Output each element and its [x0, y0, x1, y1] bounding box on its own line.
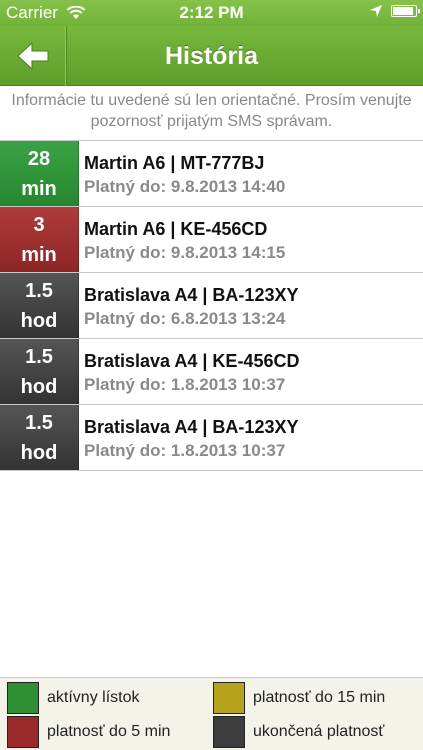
arrow-left-icon — [16, 42, 48, 70]
ticket-badge: 1.5 hod — [0, 339, 79, 404]
legend-label: platnosť do 15 min — [253, 689, 386, 706]
ticket-row[interactable]: 1.5 hod Bratislava A4 | BA-123XY Platný … — [0, 405, 423, 471]
color-legend: aktívny lístok platnosť do 15 min platno… — [0, 677, 423, 750]
disclaimer-notice: Informácie tu uvedené sú len orientačné.… — [11, 92, 412, 130]
legend-label: platnosť do 5 min — [47, 723, 171, 740]
status-bar: Carrier 2:12 PM — [0, 0, 423, 26]
legend-label: aktívny lístok — [47, 689, 140, 706]
battery-fill — [393, 7, 413, 15]
badge-unit: min — [21, 243, 57, 266]
legend-swatch-yellow — [213, 682, 245, 714]
badge-unit: hod — [20, 375, 58, 398]
battery-icon — [391, 5, 420, 17]
ticket-list: 28 min Martin A6 | MT-777BJ Platný do: 9… — [0, 140, 423, 471]
ticket-badge: 1.5 hod — [0, 273, 79, 338]
legend-swatch-green — [7, 682, 39, 714]
badge-unit: hod — [20, 441, 58, 464]
ticket-valid-until: Platný do: 6.8.2013 13:24 — [84, 309, 286, 328]
ticket-title: Bratislava A4 | BA-123XY — [84, 417, 299, 437]
badge-unit: hod — [20, 309, 58, 332]
legend-swatch-dark — [213, 716, 245, 748]
ticket-title: Martin A6 | MT-777BJ — [84, 153, 265, 173]
ticket-valid-until: Platný do: 1.8.2013 10:37 — [84, 441, 286, 460]
ticket-row[interactable]: 3 min Martin A6 | KE-456CD Platný do: 9.… — [0, 207, 423, 273]
legend-item-expiring-15: platnosť do 15 min — [213, 680, 385, 716]
ticket-title: Martin A6 | KE-456CD — [84, 219, 268, 239]
badge-value: 1.5 — [25, 411, 53, 434]
badge-value: 1.5 — [25, 345, 53, 368]
ticket-badge: 28 min — [0, 141, 79, 206]
badge-value: 3 — [33, 213, 45, 236]
ticket-valid-until: Platný do: 1.8.2013 10:37 — [84, 375, 286, 394]
ticket-badge: 3 min — [0, 207, 79, 272]
legend-item-expiring-5: platnosť do 5 min — [7, 714, 170, 750]
ticket-row[interactable]: 28 min Martin A6 | MT-777BJ Platný do: 9… — [0, 141, 423, 207]
back-button[interactable] — [0, 26, 66, 86]
legend-item-ended: ukončená platnosť — [213, 714, 384, 750]
ticket-row[interactable]: 1.5 hod Bratislava A4 | BA-123XY Platný … — [0, 273, 423, 339]
badge-value: 1.5 — [25, 279, 53, 302]
status-right — [369, 4, 420, 18]
badge-value: 28 — [27, 147, 51, 170]
location-arrow-icon — [370, 5, 382, 17]
status-time: 2:12 PM — [179, 3, 244, 22]
ticket-row[interactable]: 1.5 hod Bratislava A4 | KE-456CD Platný … — [0, 339, 423, 405]
badge-unit: min — [21, 177, 57, 200]
legend-label: ukončená platnosť — [253, 723, 385, 740]
legend-swatch-red — [7, 716, 39, 748]
nav-bar: História — [0, 26, 423, 86]
ticket-valid-until: Platný do: 9.8.2013 14:15 — [84, 243, 286, 262]
ticket-valid-until: Platný do: 9.8.2013 14:40 — [84, 177, 286, 196]
ticket-title: Bratislava A4 | BA-123XY — [84, 285, 299, 305]
ticket-title: Bratislava A4 | KE-456CD — [84, 351, 300, 371]
ticket-badge: 1.5 hod — [0, 405, 79, 470]
legend-item-active: aktívny lístok — [7, 680, 139, 716]
